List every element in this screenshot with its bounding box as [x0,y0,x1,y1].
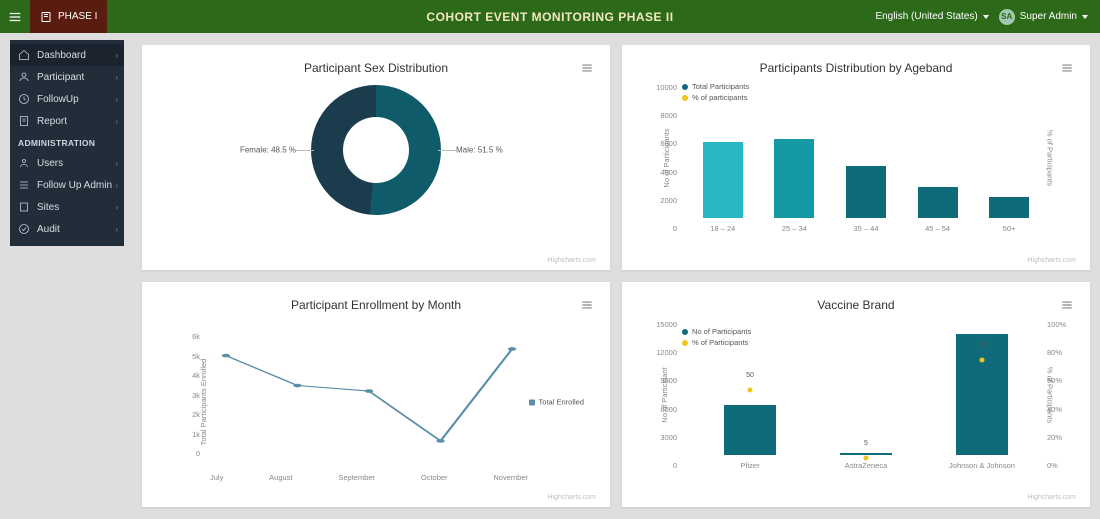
chart-credit: Highcharts.com [1027,494,1076,501]
phase-icon [40,11,52,23]
chevron-down-icon [983,15,989,19]
chevron-right-icon: › [115,159,118,168]
chevron-right-icon: › [115,73,118,82]
hamburger-icon [1060,61,1074,75]
pie-label-male: Male: 51.5 % [456,146,503,155]
chart-title: Participants Distribution by Ageband [642,61,1070,75]
chevron-down-icon [1082,15,1088,19]
bar[interactable] [846,166,886,219]
chart-menu-button[interactable] [580,298,594,317]
menu-toggle-button[interactable] [0,0,30,33]
bar-slot: 70Johnson & Johnson [924,334,1040,470]
sidebar-item-users[interactable]: Users› [10,152,124,174]
card-sex-distribution: Participant Sex Distribution Female: 48.… [142,45,610,270]
card-ageband: Participants Distribution by Ageband Tot… [622,45,1090,270]
sidebar-item-report[interactable]: Report› [10,110,124,132]
sidebar-item-dashboard[interactable]: Dashboard› [10,44,124,66]
donut-chart [311,85,441,215]
line-chart [210,322,528,462]
card-enrollment: Participant Enrollment by Month Total Pa… [142,282,610,507]
chart-title: Participant Sex Distribution [162,61,590,75]
bar[interactable] [703,142,743,219]
bar-slot: 35 – 44 [830,166,902,234]
user-menu[interactable]: SA Super Admin [999,9,1088,25]
chart-menu-button[interactable] [1060,61,1074,80]
page-title: COHORT EVENT MONITORING PHASE II [426,10,673,24]
chevron-right-icon: › [115,95,118,104]
data-label: 50 [746,372,754,379]
bar[interactable] [774,139,814,219]
user-name: Super Admin [1020,11,1077,22]
clock-icon [18,93,30,105]
home-icon [18,49,30,61]
language-selector[interactable]: English (United States) [875,11,988,22]
phase-button[interactable]: PHASE I [30,0,107,33]
chevron-right-icon: › [115,181,118,190]
app-header: PHASE I COHORT EVENT MONITORING PHASE II… [0,0,1100,33]
chevron-right-icon: › [115,203,118,212]
sidebar-item-sites[interactable]: Sites› [10,196,124,218]
chart-menu-button[interactable] [1060,298,1074,317]
users-icon [18,71,30,83]
chart-credit: Highcharts.com [547,257,596,264]
sidebar-item-followup-admin[interactable]: Follow Up Admin› [10,174,124,196]
user-icon [18,157,30,169]
bar-slot: 50+ [973,197,1045,233]
bar-slot: 45 – 54 [902,187,974,233]
list-icon [18,179,30,191]
hamburger-icon [8,10,22,24]
data-label: 70 [978,342,986,349]
chevron-right-icon: › [115,225,118,234]
bar[interactable] [989,197,1029,218]
doc-icon [18,115,30,127]
bar-slot: 5AstraZeneca [808,453,924,470]
chart-title: Participant Enrollment by Month [162,298,590,312]
card-vaccine-brand: Vaccine Brand No of Participants % of Pa… [622,282,1090,507]
bar-chart: 18 – 2425 – 3435 – 4445 – 5450+ [642,83,1070,233]
bar-slot: 18 – 24 [687,142,759,234]
x-axis-ticks: JulyAugustSeptemberOctoberNovember [210,473,528,482]
chart-credit: Highcharts.com [547,494,596,501]
pie-label-female: Female: 48.5 % [240,146,296,155]
bar[interactable] [724,405,776,455]
avatar: SA [999,9,1015,25]
hamburger-icon [580,61,594,75]
chart-legend: Total Enrolled [529,398,584,407]
site-icon [18,201,30,213]
chevron-right-icon: › [115,51,118,60]
bar-slot: 25 – 34 [759,139,831,234]
sidebar-item-followup[interactable]: FollowUp› [10,88,124,110]
y-axis-ticks: 6k5k4k3k2k1k0 [162,332,200,458]
language-label: English (United States) [875,11,977,22]
data-marker [980,358,985,363]
audit-icon [18,223,30,235]
data-marker [748,388,753,393]
dashboard-grid: Participant Sex Distribution Female: 48.… [0,33,1100,519]
hamburger-icon [1060,298,1074,312]
phase-label: PHASE I [58,11,97,22]
bar-slot: 50Pfizer [692,405,808,470]
chart-title: Vaccine Brand [642,298,1070,312]
sidebar-item-participant[interactable]: Participant› [10,66,124,88]
sidebar-item-audit[interactable]: Audit› [10,218,124,240]
bar-chart: 50Pfizer5AstraZeneca70Johnson & Johnson [642,320,1070,470]
data-marker [864,455,869,460]
sidebar-section-admin: ADMINISTRATION [10,132,124,152]
data-label: 5 [864,440,868,447]
hamburger-icon [580,298,594,312]
chart-menu-button[interactable] [580,61,594,80]
chevron-right-icon: › [115,117,118,126]
y-axis-label: Total Participants Enrolled [199,359,208,446]
bar[interactable] [956,334,1008,455]
sidebar: Dashboard› Participant› FollowUp› Report… [10,40,124,246]
bar[interactable] [918,187,958,218]
chart-credit: Highcharts.com [1027,257,1076,264]
